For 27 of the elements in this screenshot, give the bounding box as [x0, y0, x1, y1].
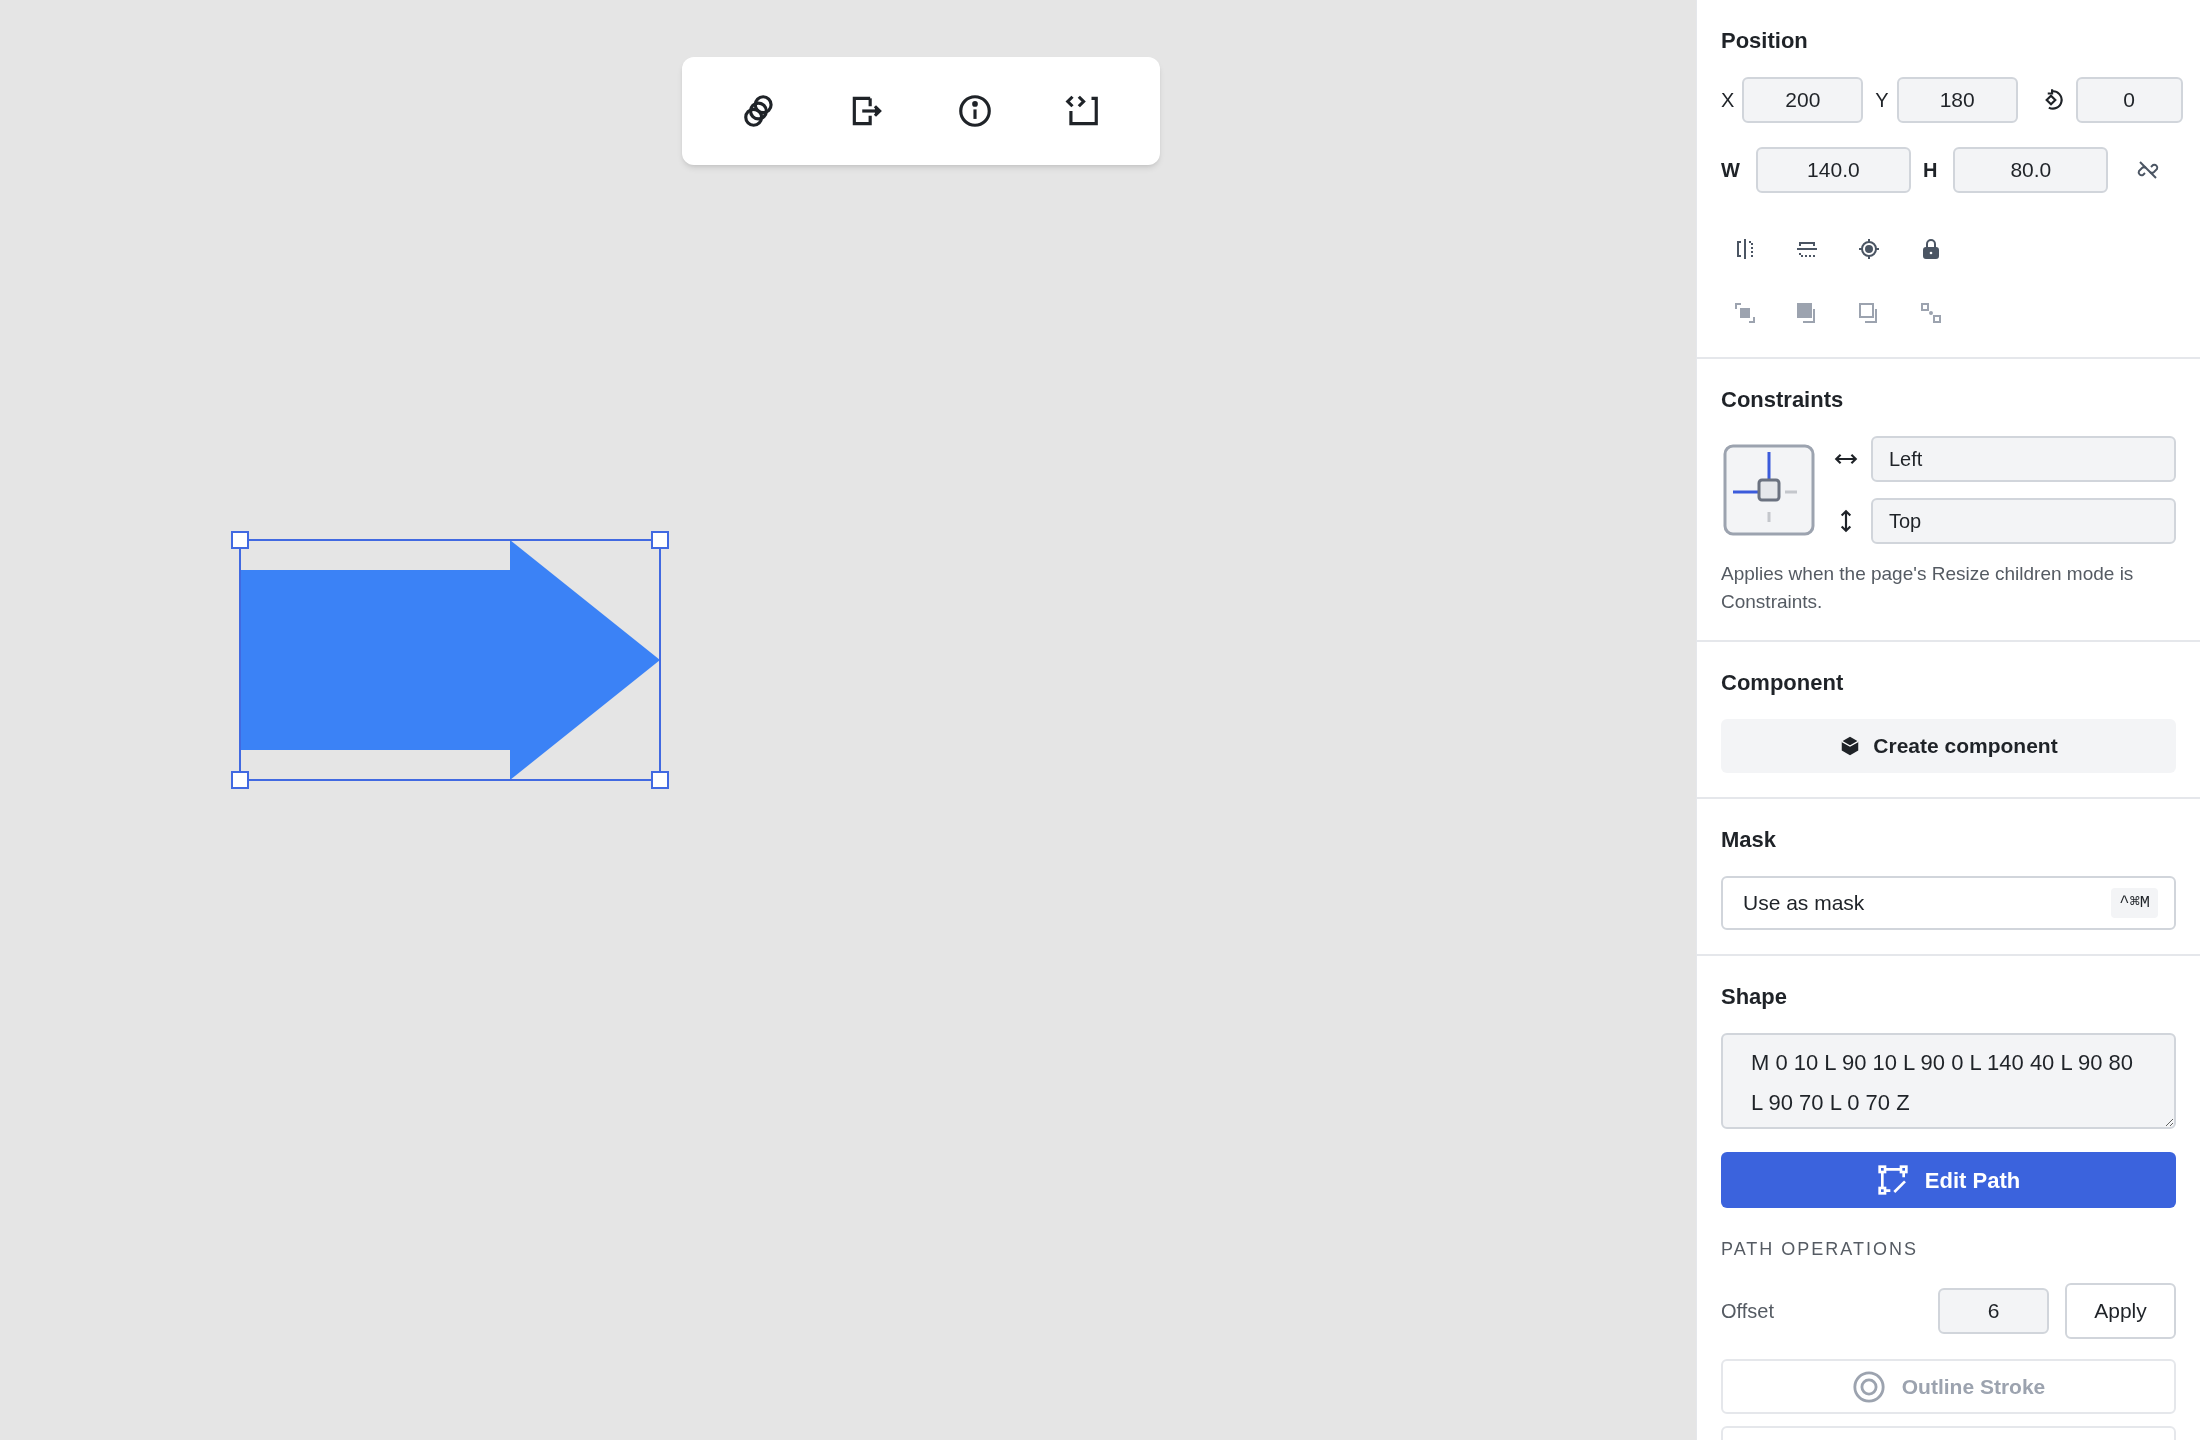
use-as-mask-button[interactable]: Use as mask ^⌘M [1721, 876, 2176, 930]
create-component-button[interactable]: Create component [1721, 719, 2176, 773]
size-field[interactable]: 80.0 [1953, 147, 2109, 193]
section-title: Shape [1721, 983, 1789, 1011]
subsection-title: PATH OPERATIONS [1721, 1238, 1920, 1261]
edit-path-button[interactable]: Edit Path [1721, 1152, 2176, 1208]
apply-button[interactable]: Apply [2065, 1283, 2176, 1339]
horizontal-constraint-field[interactable]: Left [1871, 436, 2176, 482]
offset-field[interactable]: 6 [1938, 1288, 2049, 1334]
path-textarea[interactable]: M 0 10 L 90 10 L 90 0 L 140 40 L 90 80 L 90 70 L 0 70 Z [1721, 1033, 2176, 1129]
section-title: Position [1721, 27, 1809, 55]
coordinate-field[interactable]: 180 [1896, 77, 2018, 123]
section-title: Mask [1721, 826, 1778, 854]
help-text: Applies when the page's Resize children mode is Constraints. [1721, 562, 2135, 614]
field-label: X [1721, 88, 1735, 113]
offset-label: Offset [1721, 1299, 1775, 1324]
coordinate-field[interactable]: 200 [1742, 77, 1864, 123]
field-label: Y [1875, 88, 1889, 113]
size-field[interactable]: 140.0 [1755, 147, 1911, 193]
field-label: H [1922, 158, 1938, 183]
section-title: Component [1721, 669, 1845, 697]
field-label: W [1721, 158, 1740, 183]
button-label: Use as mask [1743, 890, 1865, 917]
rotation-field[interactable]: 0 [2075, 77, 2183, 123]
section-title: Constraints [1721, 386, 1845, 414]
vertical-constraint-field[interactable]: Top [1871, 498, 2176, 544]
shortcut-badge: ^⌘M [2111, 888, 2158, 918]
